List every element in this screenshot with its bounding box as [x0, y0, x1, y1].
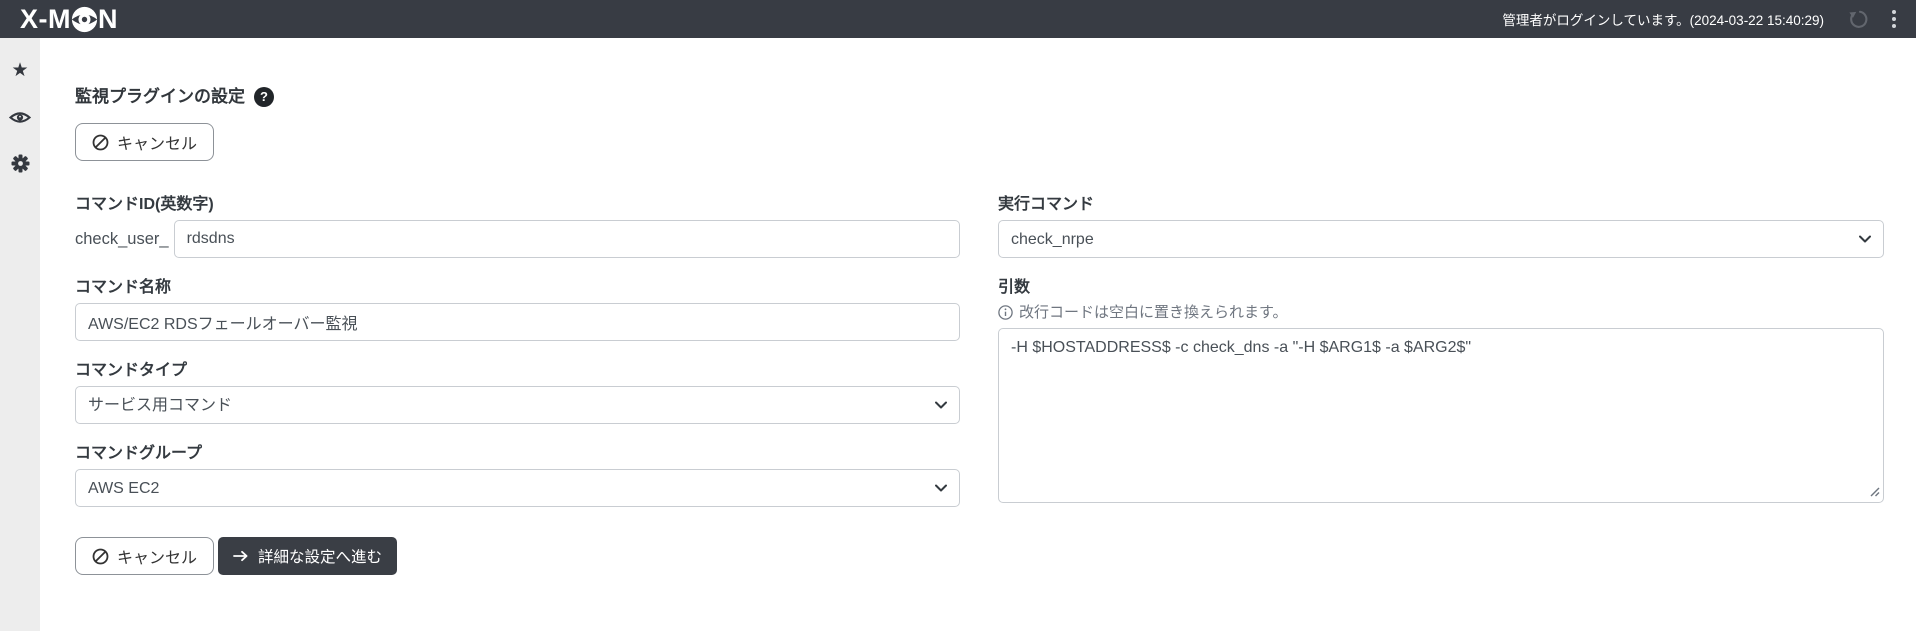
eye-icon [9, 110, 31, 125]
top-bar: X-M N 管理者がログインしています。(2024-03-22 15:40:29… [0, 0, 1916, 38]
cancel-button-label: キャンセル [117, 130, 197, 154]
command-group-label: コマンドグループ [75, 444, 960, 463]
command-type-field-group: コマンドタイプ サービス用コマンド [75, 361, 960, 424]
sidebar-item-settings[interactable] [9, 154, 31, 172]
command-name-input[interactable] [75, 303, 960, 341]
plugin-settings-form: コマンドID(英数字) check_user_ コマンド名称 コマンドタイプ サ… [75, 195, 1884, 575]
slash-circle-icon [92, 134, 109, 151]
kebab-menu-icon[interactable] [1886, 7, 1902, 31]
command-type-select[interactable]: サービス用コマンド [75, 386, 960, 424]
gear-icon [11, 154, 30, 173]
cancel-button-bottom[interactable]: キャンセル [75, 537, 214, 575]
refresh-icon[interactable] [1846, 7, 1870, 31]
arguments-field-group: 引数 改行コードは空白に置き換えられます。 -H $HOSTADDRESS$ -… [998, 278, 1884, 503]
command-id-prefix: check_user_ [75, 230, 169, 249]
info-icon [998, 305, 1013, 320]
eye-o-icon [70, 6, 99, 33]
form-actions: キャンセル 詳細な設定へ進む [75, 537, 960, 575]
command-id-input[interactable] [174, 220, 960, 258]
command-name-field-group: コマンド名称 [75, 278, 960, 341]
exec-command-field-group: 実行コマンド check_nrpe [998, 195, 1884, 258]
command-group-field-group: コマンドグループ AWS EC2 [75, 444, 960, 507]
sidebar-item-favorites[interactable]: ★ [9, 62, 31, 80]
star-icon: ★ [11, 62, 28, 80]
arguments-textarea[interactable]: -H $HOSTADDRESS$ -c check_dns -a "-H $AR… [998, 328, 1884, 503]
help-icon[interactable]: ? [254, 87, 274, 107]
header-right: 管理者がログインしています。(2024-03-22 15:40:29) [1502, 7, 1902, 31]
command-id-label: コマンドID(英数字) [75, 195, 960, 214]
proceed-to-advanced-settings-button[interactable]: 詳細な設定へ進む [218, 537, 397, 575]
xmon-logo[interactable]: X-M N [20, 5, 118, 33]
logo-text-right: N [98, 6, 118, 33]
page-title: 監視プラグインの設定 [75, 86, 245, 107]
cancel-button-top[interactable]: キャンセル [75, 123, 214, 161]
arguments-note: 改行コードは空白に置き換えられます。 [998, 303, 1884, 322]
exec-command-label: 実行コマンド [998, 195, 1884, 214]
cancel-button-label: キャンセル [117, 544, 197, 568]
sidebar-item-monitoring[interactable] [9, 108, 31, 126]
page-header: 監視プラグインの設定 ? [75, 86, 1884, 107]
arguments-note-text: 改行コードは空白に置き換えられます。 [1019, 303, 1288, 322]
slash-circle-icon [92, 548, 109, 565]
sidebar: ★ [0, 38, 40, 631]
arrow-right-icon [233, 550, 249, 562]
logo-text-left: X-M [20, 6, 71, 33]
form-left-column: コマンドID(英数字) check_user_ コマンド名称 コマンドタイプ サ… [75, 195, 960, 575]
arguments-label: 引数 [998, 278, 1884, 297]
main-content: 監視プラグインの設定 ? キャンセル コマンドID(英数字) check_use… [40, 38, 1916, 631]
command-group-select[interactable]: AWS EC2 [75, 469, 960, 507]
proceed-button-label: 詳細な設定へ進む [258, 545, 382, 567]
login-status-text: 管理者がログインしています。(2024-03-22 15:40:29) [1502, 9, 1824, 29]
exec-command-select[interactable]: check_nrpe [998, 220, 1884, 258]
command-name-label: コマンド名称 [75, 278, 960, 297]
command-id-field-group: コマンドID(英数字) check_user_ [75, 195, 960, 258]
command-type-label: コマンドタイプ [75, 361, 960, 380]
form-right-column: 実行コマンド check_nrpe 引数 [998, 195, 1884, 523]
